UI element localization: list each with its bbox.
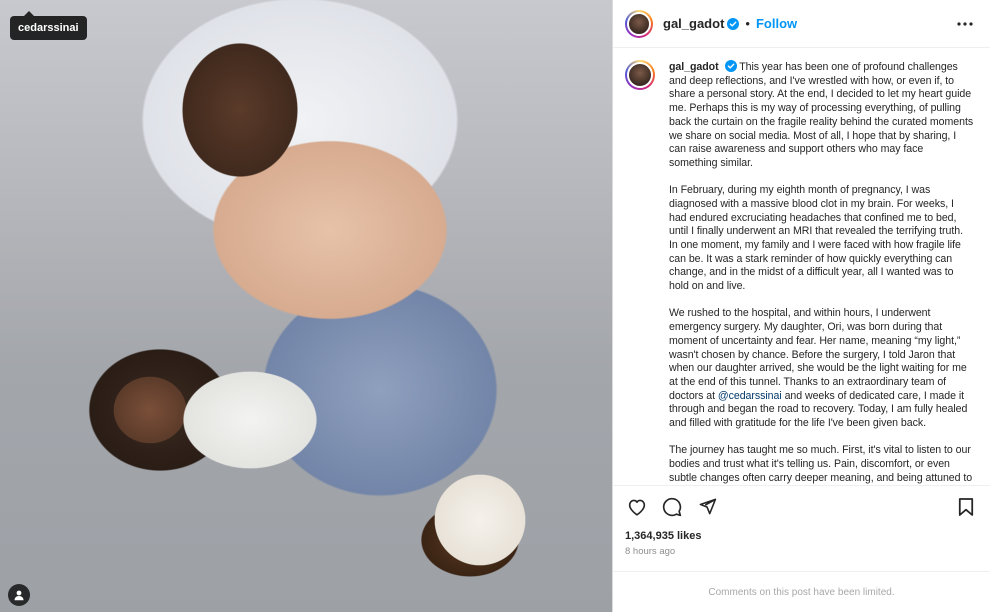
comments-limited-text: Comments on this post have been limited. [708, 586, 895, 598]
verified-badge-icon [724, 60, 737, 72]
caption-avatar-image [627, 62, 653, 88]
action-bar [613, 485, 990, 527]
tagged-users-button[interactable] [8, 584, 30, 606]
photo-user-tag[interactable]: cedarssinai [10, 11, 87, 40]
mention-link[interactable]: @cedarssinai [718, 390, 782, 402]
photo-user-tag-label: cedarssinai [18, 22, 79, 34]
more-options-icon [957, 21, 973, 26]
caption-paragraph-3: We rushed to the hospital, and within ho… [669, 307, 974, 430]
save-button[interactable] [954, 495, 978, 519]
caption-username[interactable]: gal_gadot [669, 61, 719, 73]
like-button[interactable] [625, 495, 649, 519]
caption-paragraph-2: In February, during my eighth month of p… [669, 184, 963, 293]
follow-button[interactable]: Follow [756, 16, 797, 31]
caption-paragraph-1: gal_gadot This year has been one of prof… [669, 60, 974, 171]
caption-text: gal_gadot This year has been one of prof… [669, 60, 974, 485]
share-button[interactable] [695, 495, 719, 519]
person-icon [14, 590, 24, 601]
instagram-post-window: cedarssinai gal_gadot • Follow gal_gadot… [0, 0, 990, 612]
avatar[interactable] [625, 9, 653, 38]
verified-badge-icon [727, 17, 740, 30]
caption-area: gal_gadot This year has been one of prof… [613, 48, 990, 485]
header-separator: • [745, 16, 750, 31]
comment-button[interactable] [660, 495, 684, 519]
caption-paragraph-3-start: We rushed to the hospital, and within ho… [669, 307, 967, 402]
more-options-button[interactable] [954, 13, 976, 35]
caption-paragraph-1-text: This year has been one of profound chall… [669, 61, 974, 169]
post-photo[interactable]: cedarssinai [0, 0, 612, 612]
caption-avatar[interactable] [625, 60, 655, 90]
post-timestamp[interactable]: 8 hours ago [613, 545, 990, 563]
share-icon [699, 498, 716, 515]
avatar-image [627, 11, 651, 36]
header-username[interactable]: gal_gadot [663, 16, 724, 31]
likes-count[interactable]: 1,364,935 likes [613, 527, 990, 545]
comment-icon [662, 497, 682, 516]
caption-paragraph-4: The journey has taught me so much. First… [669, 444, 973, 484]
bookmark-icon [958, 497, 974, 516]
heart-icon [628, 499, 646, 516]
comments-limited-notice: Comments on this post have been limited. [613, 571, 990, 612]
post-side-panel: gal_gadot • Follow gal_gadot This year h… [612, 0, 990, 612]
post-header: gal_gadot • Follow [613, 0, 990, 48]
